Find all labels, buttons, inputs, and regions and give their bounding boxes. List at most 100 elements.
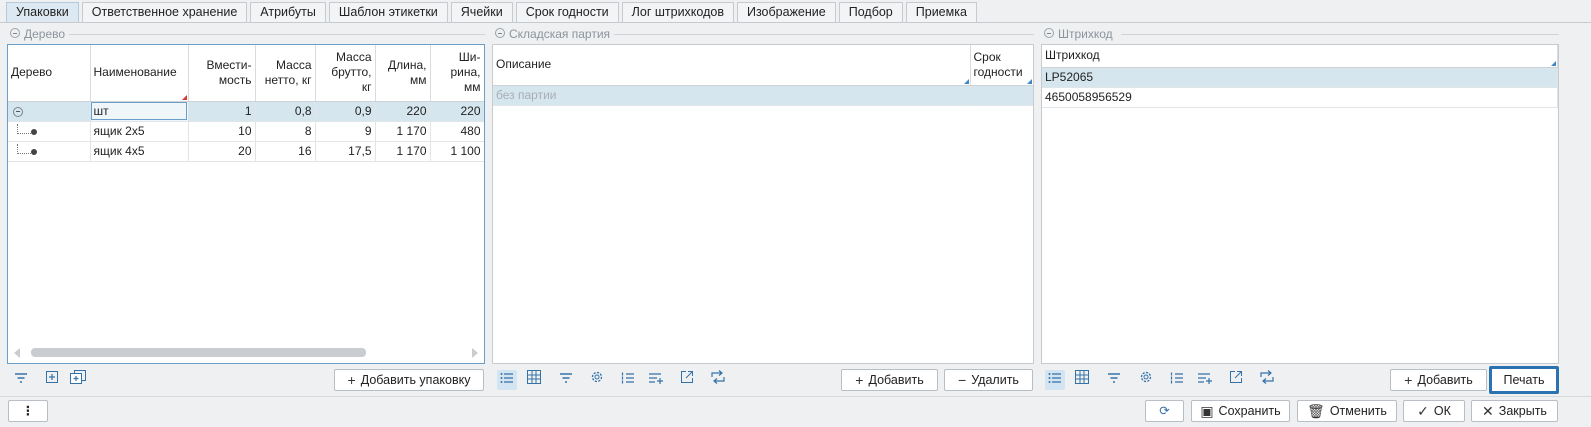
tab-cells[interactable]: Ячейки (450, 2, 513, 23)
barcode-panel-title: Штрихкод (1058, 27, 1113, 41)
length-cell[interactable]: 1 170 (375, 121, 431, 142)
open-external-icon[interactable] (677, 370, 697, 390)
table-row[interactable]: шт 1 0,8 0,9 220 220 (8, 101, 484, 122)
table-row[interactable]: ящик 2х5 10 8 9 1 170 480 (8, 121, 484, 142)
more-menu-button[interactable]: ⋮ (8, 400, 48, 422)
width-cell[interactable]: 1 100 (430, 141, 484, 162)
tree-cell[interactable] (8, 101, 91, 122)
collapse-icon[interactable] (495, 28, 505, 38)
scrollbar-thumb[interactable] (31, 348, 366, 357)
col-gross-weight[interactable]: Масса брутто, кг (315, 45, 376, 102)
tab-image[interactable]: Изображение (736, 2, 836, 23)
net-cell[interactable]: 8 (255, 121, 316, 142)
width-cell[interactable]: 220 (430, 101, 484, 122)
gross-cell[interactable]: 9 (315, 121, 376, 142)
collapse-node-icon[interactable] (13, 106, 23, 117)
add-batch-button[interactable]: + Добавить (841, 369, 938, 391)
horizontal-scrollbar[interactable] (14, 347, 478, 359)
transfer-icon[interactable] (708, 370, 728, 390)
table-row[interactable]: 4650058956529 (1042, 87, 1558, 108)
tree-panel-title: Дерево (24, 27, 66, 41)
close-button[interactable]: ✕ Закрыть (1471, 400, 1558, 422)
tab-picking[interactable]: Подбор (838, 2, 903, 23)
table-row[interactable]: ящик 4х5 20 16 17,5 1 170 1 100 (8, 141, 484, 162)
ok-button[interactable]: ✓ ОК (1403, 400, 1465, 422)
tab-receiving[interactable]: Приемка (905, 2, 977, 23)
gross-cell[interactable]: 17,5 (315, 141, 376, 162)
save-button[interactable]: ▣ Сохранить (1191, 400, 1290, 422)
col-name[interactable]: Наименование (90, 45, 189, 102)
add-row-icon[interactable] (1195, 370, 1215, 390)
gross-cell[interactable]: 0,9 (315, 101, 376, 122)
add-barcode-button[interactable]: + Добавить (1390, 369, 1487, 391)
list-view-icon[interactable] (497, 370, 517, 390)
delete-batch-button[interactable]: − Удалить (944, 369, 1033, 391)
numbered-list-icon[interactable] (618, 370, 638, 390)
col-barcode[interactable]: Штрихкод (1042, 45, 1558, 68)
transfer-icon[interactable] (1257, 370, 1277, 390)
tab-expiry[interactable]: Срок годности (515, 2, 619, 23)
col-width[interactable]: Ши- рина, мм (430, 45, 484, 102)
length-cell[interactable]: 1 170 (375, 141, 431, 162)
refresh-icon: ⟳ (1159, 404, 1170, 418)
col-name-label: Наименование (93, 65, 177, 80)
name-cell[interactable]: ящик 4х5 (90, 141, 189, 162)
capacity-cell[interactable]: 20 (188, 141, 256, 162)
col-length[interactable]: Длина, мм (375, 45, 431, 102)
collapse-icon[interactable] (10, 28, 20, 38)
net-cell[interactable]: 16 (255, 141, 316, 162)
col-barcode-label: Штрихкод (1045, 48, 1100, 63)
name-cell[interactable]: ящик 2х5 (90, 121, 189, 142)
add-row-icon[interactable] (646, 370, 666, 390)
tab-bar: Упаковки Ответственное хранение Атрибуты… (6, 2, 980, 23)
add-package-button[interactable]: + Добавить упаковку (334, 369, 484, 391)
grid-view-icon[interactable] (524, 370, 544, 390)
filter-icon[interactable] (556, 370, 576, 390)
net-cell[interactable]: 0,8 (255, 101, 316, 122)
gear-icon[interactable] (1136, 370, 1156, 390)
tab-attributes[interactable]: Атрибуты (250, 2, 326, 23)
col-description[interactable]: Описание (493, 45, 971, 86)
col-net-weight[interactable]: Масса нетто, кг (255, 45, 316, 102)
col-expiry[interactable]: Срок годности (970, 45, 1033, 86)
tab-barcode-log[interactable]: Лог штрихкодов (621, 2, 734, 23)
tree-cell[interactable] (8, 121, 91, 142)
tab-packages[interactable]: Упаковки (6, 2, 79, 23)
refresh-button[interactable]: ⟳ (1145, 400, 1184, 422)
tree-grid[interactable]: Дерево Наименование Вмести- мость Масса … (7, 44, 485, 364)
tree-cell[interactable] (8, 141, 91, 162)
expiry-cell[interactable] (970, 85, 1033, 106)
filter-icon[interactable] (1104, 370, 1124, 390)
numbered-list-icon[interactable] (1167, 370, 1187, 390)
col-tree[interactable]: Дерево (8, 45, 91, 102)
barcode-grid[interactable]: Штрихкод LP52065 4650058956529 (1041, 44, 1559, 364)
description-cell[interactable]: без партии (493, 85, 971, 106)
collapse-icon[interactable] (1044, 28, 1054, 38)
width-cell[interactable]: 480 (430, 121, 484, 142)
length-cell[interactable]: 220 (375, 101, 431, 122)
capacity-cell[interactable]: 10 (188, 121, 256, 142)
filter-icon[interactable] (11, 370, 31, 390)
ok-label: ОК (1433, 404, 1451, 418)
scroll-left-icon[interactable] (14, 348, 20, 358)
grid-view-icon[interactable] (1072, 370, 1092, 390)
capacity-cell[interactable]: 1 (188, 101, 256, 122)
batch-grid[interactable]: Описание Срок годности без партии (492, 44, 1034, 364)
barcode-cell[interactable]: LP52065 (1042, 67, 1558, 88)
tab-label-template[interactable]: Шаблон этикетки (328, 2, 448, 23)
table-row[interactable]: без партии (493, 85, 1033, 106)
add-sibling-icon[interactable] (68, 370, 88, 390)
tab-custody[interactable]: Ответственное хранение (81, 2, 248, 23)
add-barcode-label: Добавить (1417, 373, 1473, 387)
name-cell[interactable]: шт (90, 101, 189, 122)
gear-icon[interactable] (587, 370, 607, 390)
cancel-button[interactable]: 🗑 Отменить (1297, 400, 1397, 422)
table-row[interactable]: LP52065 (1042, 67, 1558, 88)
col-capacity[interactable]: Вмести- мость (188, 45, 256, 102)
print-button[interactable]: Печать (1489, 366, 1559, 394)
barcode-cell[interactable]: 4650058956529 (1042, 87, 1558, 108)
list-view-icon[interactable] (1045, 370, 1065, 390)
scroll-right-icon[interactable] (472, 348, 478, 358)
open-external-icon[interactable] (1226, 370, 1246, 390)
add-child-icon[interactable] (42, 370, 62, 390)
